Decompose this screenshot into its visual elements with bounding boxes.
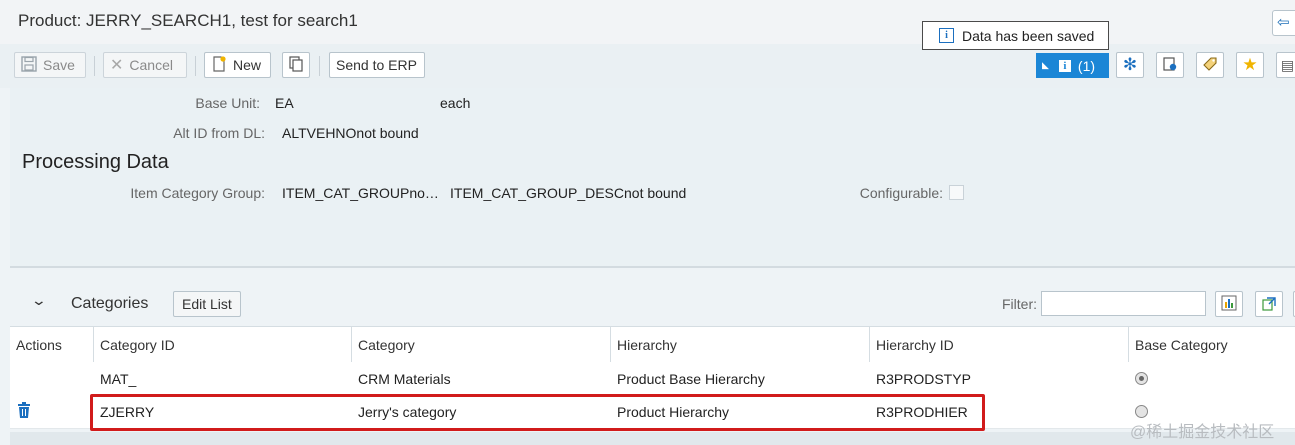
toolbar-separator	[94, 56, 95, 76]
settings-button[interactable]: ✻	[1116, 52, 1144, 78]
back-icon: ⇦	[1277, 14, 1290, 31]
column-header-hierarchy[interactable]: Hierarchy	[611, 327, 870, 363]
tag-icon	[1202, 56, 1218, 75]
cancel-label: Cancel	[129, 57, 173, 73]
base-unit-description: each	[440, 95, 471, 111]
back-button[interactable]: ⇦	[1272, 10, 1295, 36]
cell-hierarchy: Product Base Hierarchy	[617, 370, 765, 387]
base-unit-label: Base Unit:	[195, 95, 260, 111]
alt-id-label: Alt ID from DL:	[173, 125, 265, 141]
cell-base-category	[1129, 362, 1295, 395]
favorite-button[interactable]: ★	[1236, 52, 1264, 78]
cell-hierarchy-id: R3PRODSTYP	[876, 370, 971, 387]
send-to-erp-label: Send to ERP	[336, 57, 417, 73]
new-button[interactable]: New	[204, 52, 271, 78]
export-icon	[1261, 295, 1277, 314]
copy-button[interactable]	[282, 52, 310, 78]
configurable-label: Configurable:	[859, 185, 943, 201]
messages-count: (1)	[1077, 57, 1096, 74]
info-icon: i	[1058, 59, 1071, 72]
corner-marker-icon: ◣	[1042, 60, 1049, 70]
base-category-radio[interactable]	[1135, 405, 1148, 418]
new-label: New	[233, 57, 262, 73]
row-actions	[10, 362, 94, 395]
base-category-radio[interactable]	[1135, 372, 1148, 385]
column-header-category-id[interactable]: Category ID	[94, 327, 352, 363]
cancel-button[interactable]: ✕ Cancel	[103, 52, 187, 78]
cell-category: CRM Materials	[358, 370, 451, 387]
personalize-icon	[1162, 56, 1178, 75]
favorite-icon: ★	[1242, 55, 1258, 74]
copy-icon	[288, 55, 304, 75]
info-icon: i	[939, 28, 954, 43]
cell-category-id: MAT_	[100, 370, 137, 387]
item-category-group-value: ITEM_CAT_GROUPno…	[282, 185, 439, 201]
row-actions	[10, 395, 94, 428]
page-title: Product: JERRY_SEARCH1, test for search1	[18, 11, 358, 30]
toolbar-separator	[319, 56, 320, 76]
column-header-hierarchy-id[interactable]: Hierarchy ID	[870, 327, 1129, 363]
alt-id-value: ALTVEHNOnot bound	[282, 125, 419, 141]
chart-icon	[1221, 295, 1237, 314]
column-header-base-category[interactable]: Base Category	[1129, 327, 1295, 363]
item-category-group-label: Item Category Group:	[130, 185, 265, 201]
save-tooltip: i Data has been saved	[922, 21, 1109, 50]
column-header-category[interactable]: Category	[352, 327, 611, 363]
item-category-group-description: ITEM_CAT_GROUP_DESCnot bound	[450, 185, 687, 201]
send-to-erp-button[interactable]: Send to ERP	[329, 52, 425, 78]
row-highlight-box	[90, 394, 985, 431]
categories-title: Categories	[71, 295, 149, 312]
table-header-row: Actions Category ID Category Hierarchy H…	[10, 326, 1295, 364]
table-footer	[10, 432, 1295, 445]
tag-button[interactable]	[1196, 52, 1224, 78]
more-button[interactable]: ▤	[1276, 52, 1295, 78]
save-label: Save	[43, 57, 75, 73]
tooltip-text: Data has been saved	[962, 27, 1095, 44]
toolbar-separator	[195, 56, 196, 76]
personalize-button[interactable]	[1156, 52, 1184, 78]
watermark: @稀土掘金技术社区	[1130, 424, 1275, 441]
settings-icon: ✻	[1122, 55, 1138, 74]
table-row[interactable]: MAT_ CRM Materials Product Base Hierarch…	[10, 362, 1295, 396]
chart-button[interactable]	[1215, 291, 1243, 317]
filter-input[interactable]	[1041, 291, 1206, 316]
export-button[interactable]	[1255, 291, 1283, 317]
edit-list-button[interactable]: Edit List	[173, 291, 241, 317]
messages-button[interactable]: ◣ i (1)	[1036, 53, 1109, 78]
configurable-checkbox[interactable]	[949, 185, 964, 200]
cancel-icon: ✕	[110, 57, 124, 74]
new-icon	[211, 55, 227, 75]
filter-label: Filter:	[1002, 296, 1037, 312]
save-button[interactable]: Save	[14, 52, 86, 78]
base-unit-value: EA	[275, 95, 294, 111]
product-form	[10, 88, 1295, 268]
save-icon	[21, 55, 37, 75]
chevron-down-icon[interactable]: ⌄	[31, 292, 47, 309]
section-title: Processing Data	[22, 151, 169, 173]
trash-icon[interactable]	[17, 401, 31, 422]
toolbar: Save ✕ Cancel New Send to ERP ◣ i (1) ✻	[0, 44, 1295, 88]
column-header-actions[interactable]: Actions	[10, 327, 94, 363]
document-icon: ▤	[1280, 56, 1295, 73]
